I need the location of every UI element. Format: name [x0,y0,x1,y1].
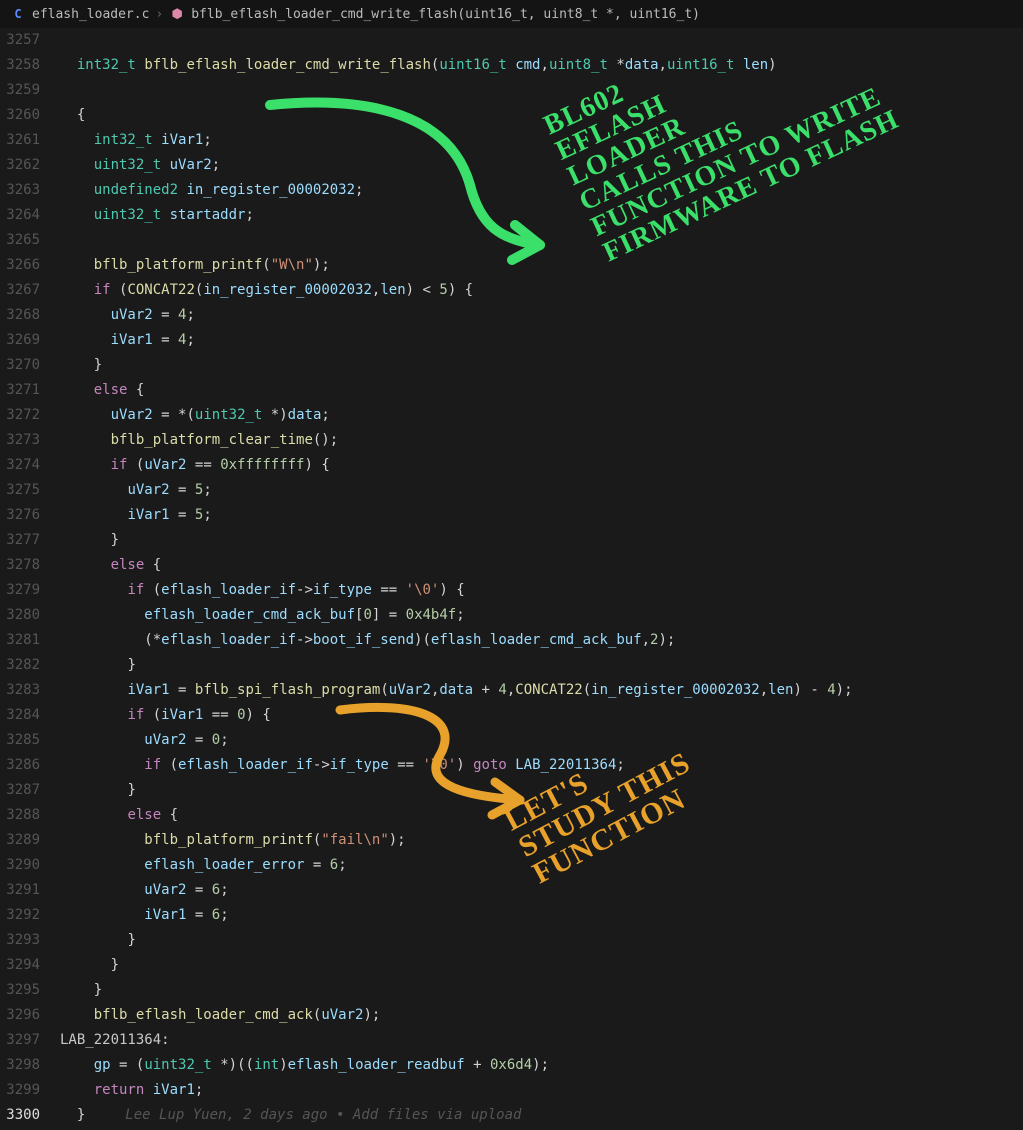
c-file-icon: C [10,6,26,22]
line-number: 3259 [0,78,60,103]
line-number: 3279 [0,578,60,603]
line-number: 3299 [0,1078,60,1103]
line-number: 3277 [0,528,60,553]
line-number: 3289 [0,828,60,853]
line-number: 3298 [0,1053,60,1078]
line-number: 3271 [0,378,60,403]
code-editor[interactable]: 3257 3258 int32_t bflb_eflash_loader_cmd… [0,28,1023,1128]
line-number: 3283 [0,678,60,703]
line-number: 3258 [0,53,60,78]
breadcrumb-symbol[interactable]: bflb_eflash_loader_cmd_write_flash(uint1… [191,7,700,22]
line-number: 3294 [0,953,60,978]
line-number: 3280 [0,603,60,628]
line-number: 3268 [0,303,60,328]
line-number: 3295 [0,978,60,1003]
line-number: 3291 [0,878,60,903]
line-number: 3257 [0,28,60,53]
line-number: 3293 [0,928,60,953]
line-number: 3278 [0,553,60,578]
line-number: 3300 [0,1103,60,1128]
line-number: 3275 [0,478,60,503]
line-number: 3287 [0,778,60,803]
line-number: 3284 [0,703,60,728]
line-number: 3260 [0,103,60,128]
line-number: 3272 [0,403,60,428]
line-number: 3262 [0,153,60,178]
line-number: 3273 [0,428,60,453]
symbol-icon: ⬢ [169,6,185,22]
chevron-right-icon: › [155,7,163,22]
line-number: 3266 [0,253,60,278]
line-number: 3270 [0,353,60,378]
line-number: 3288 [0,803,60,828]
line-number: 3290 [0,853,60,878]
line-number: 3292 [0,903,60,928]
line-number: 3263 [0,178,60,203]
line-number: 3281 [0,628,60,653]
line-number: 3297 [0,1028,60,1053]
line-number: 3282 [0,653,60,678]
line-number: 3276 [0,503,60,528]
line-number: 3285 [0,728,60,753]
gitlens-blame: Lee Lup Yuen, 2 days ago • Add files via… [125,1107,521,1123]
line-number: 3269 [0,328,60,353]
line-number: 3267 [0,278,60,303]
line-number: 3286 [0,753,60,778]
line-number: 3261 [0,128,60,153]
line-number: 3264 [0,203,60,228]
breadcrumb-file[interactable]: eflash_loader.c [32,7,149,22]
line-number: 3265 [0,228,60,253]
breadcrumb[interactable]: C eflash_loader.c › ⬢ bflb_eflash_loader… [0,0,1023,28]
line-number: 3274 [0,453,60,478]
line-number: 3296 [0,1003,60,1028]
